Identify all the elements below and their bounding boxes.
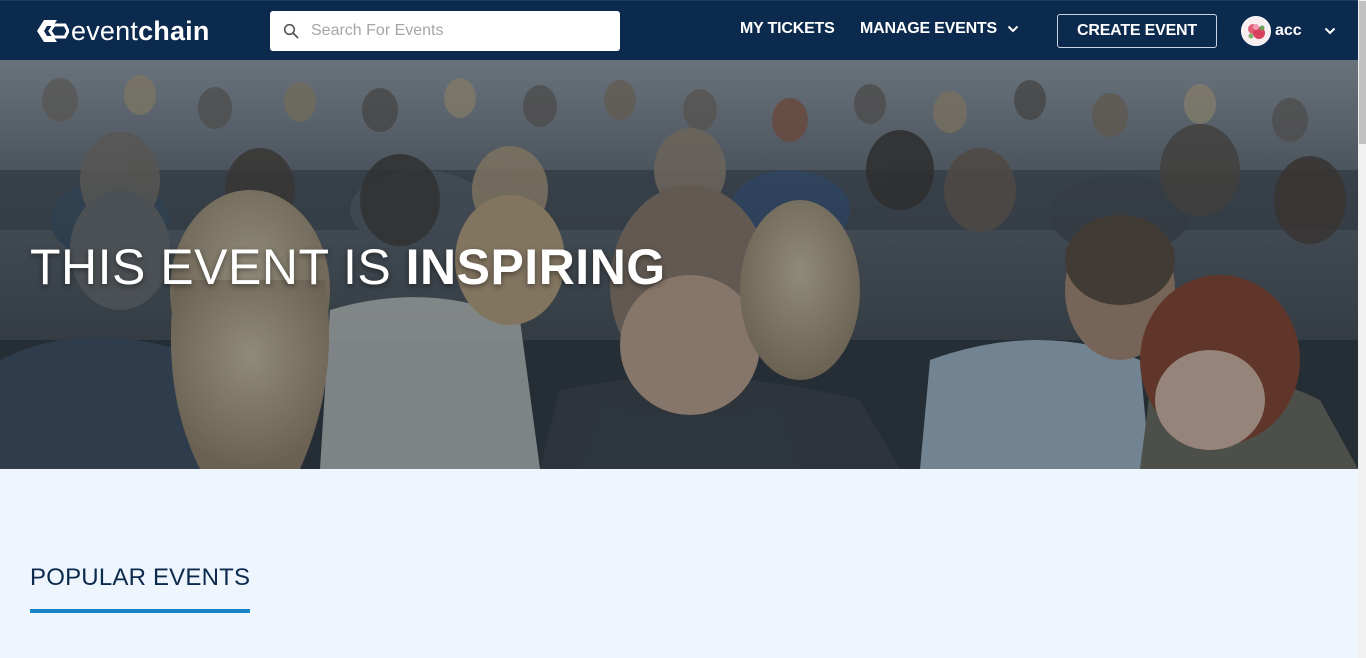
- create-event-label: CREATE EVENT: [1077, 22, 1197, 39]
- top-navbar: eventchain MY TICKETS MANAGE EVENTS CREA…: [0, 0, 1358, 60]
- brand-name-bold: chain: [138, 16, 210, 46]
- eventchain-logo-icon: [37, 20, 69, 42]
- brand-name-light: event: [71, 16, 139, 46]
- create-event-button[interactable]: CREATE EVENT: [1057, 14, 1217, 48]
- search-icon: [283, 23, 299, 39]
- page-scrollbar-thumb[interactable]: [1359, 1, 1366, 144]
- nav-my-tickets-label: MY TICKETS: [740, 20, 835, 37]
- heading-underline: [30, 609, 250, 613]
- chevron-down-icon: [1007, 25, 1019, 33]
- brand-logo[interactable]: eventchain: [33, 17, 210, 45]
- hero-title-bold: INSPIRING: [405, 239, 666, 295]
- popular-events-heading: POPULAR EVENTS: [30, 564, 251, 591]
- hero-banner: THIS EVENT IS INSPIRING: [0, 60, 1358, 469]
- nav-manage-events-label: MANAGE EVENTS: [860, 20, 997, 37]
- nav-my-tickets[interactable]: MY TICKETS: [740, 20, 835, 38]
- avatar-icon[interactable]: [1241, 16, 1271, 46]
- nav-manage-events-dropdown[interactable]: MANAGE EVENTS: [860, 20, 1019, 38]
- brand-name: eventchain: [71, 17, 210, 45]
- user-menu[interactable]: acc: [1241, 16, 1336, 46]
- search-box[interactable]: [270, 11, 620, 51]
- hero-title-regular: THIS EVENT IS: [30, 239, 406, 295]
- hero-title: THIS EVENT IS INSPIRING: [30, 238, 666, 296]
- chevron-down-icon[interactable]: [1324, 27, 1336, 35]
- username: acc: [1275, 22, 1302, 39]
- search-input[interactable]: [311, 22, 601, 40]
